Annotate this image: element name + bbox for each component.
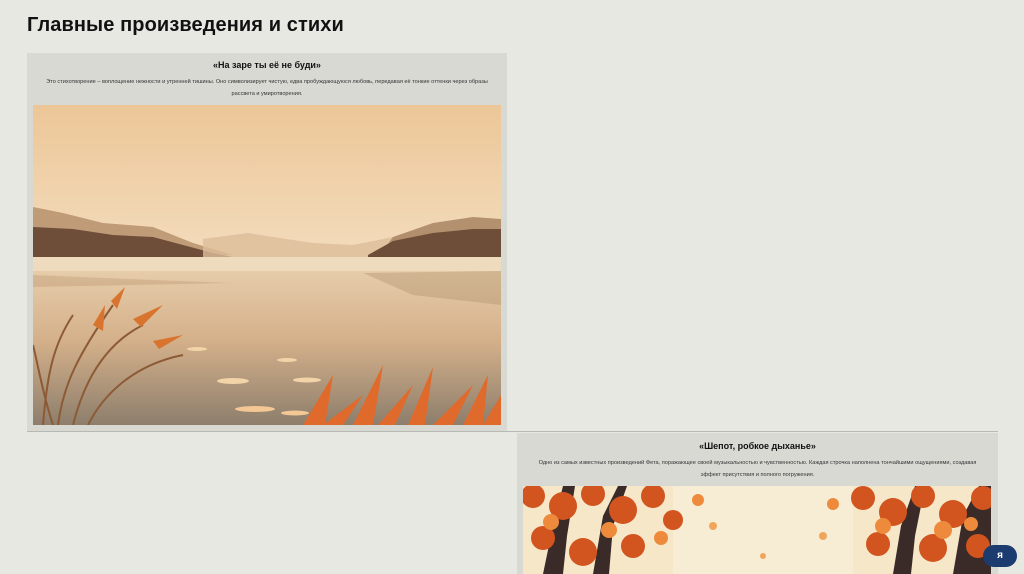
poem-card-description: Это стихотворение – воплощение нежности …: [46, 79, 488, 97]
poem-card-title: «Шепот, робкое дыханье»: [699, 441, 816, 451]
page-title: Главные произведения и стихи: [27, 14, 344, 36]
corner-badge[interactable]: я: [983, 545, 1017, 567]
poem-card-title: «На заре ты её не буди»: [213, 60, 321, 70]
autumn-forest-illustration: [523, 486, 991, 574]
poem-card-2: «Шепот, робкое дыханье» Одно из самых из…: [517, 433, 998, 574]
poem-card-1: «На заре ты её не буди» Это стихотворени…: [27, 53, 507, 431]
poem-card-description: Одно из самых известных произведений Фет…: [538, 460, 977, 478]
sunrise-lake-illustration: [33, 105, 501, 425]
section-divider: [27, 431, 998, 432]
